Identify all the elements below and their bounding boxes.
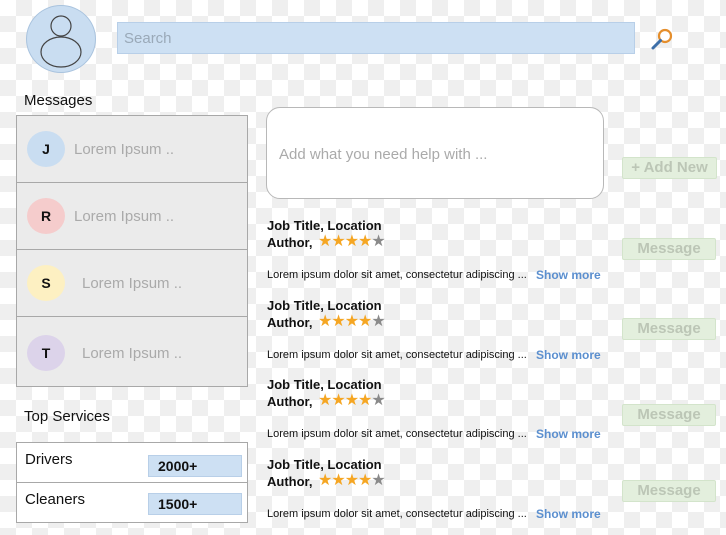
job-post: Job Title, Location Author, ★★★★★ Lorem …: [267, 298, 607, 376]
help-request-input[interactable]: Add what you need help with ...: [266, 107, 604, 199]
job-author: Author,: [267, 235, 313, 250]
message-preview: Lorem Ipsum ..: [74, 208, 175, 225]
contact-avatar: R: [27, 198, 65, 234]
contact-avatar: S: [27, 265, 65, 301]
message-button[interactable]: Message: [622, 404, 716, 426]
show-more-link[interactable]: Show more: [536, 507, 601, 521]
message-list: J Lorem Ipsum .. R Lorem Ipsum .. S Lore…: [16, 115, 248, 387]
search-icon[interactable]: [649, 26, 675, 52]
message-item-j[interactable]: J Lorem Ipsum ..: [17, 116, 247, 183]
rating-stars: ★★★★★: [318, 472, 386, 489]
top-services-table: Drivers 2000+ Cleaners 1500+: [16, 442, 248, 523]
message-preview: Lorem Ipsum ..: [82, 275, 183, 292]
service-name: Cleaners: [25, 491, 86, 508]
job-description: Lorem ipsum dolor sit amet, consectetur …: [267, 349, 527, 361]
job-author: Author,: [267, 394, 313, 409]
service-name: Drivers: [25, 451, 73, 468]
message-item-s[interactable]: S Lorem Ipsum ..: [17, 250, 247, 317]
message-button[interactable]: Message: [622, 238, 716, 260]
show-more-link[interactable]: Show more: [536, 268, 601, 282]
top-services-heading: Top Services: [24, 408, 110, 425]
message-preview: Lorem Ipsum ..: [82, 345, 183, 362]
rating-stars: ★★★★★: [318, 313, 386, 330]
message-button[interactable]: Message: [622, 480, 716, 502]
show-more-link[interactable]: Show more: [536, 348, 601, 362]
message-item-r[interactable]: R Lorem Ipsum ..: [17, 183, 247, 250]
service-row-drivers[interactable]: Drivers 2000+: [17, 443, 247, 483]
rating-stars: ★★★★★: [318, 392, 386, 409]
job-author: Author,: [267, 315, 313, 330]
job-description: Lorem ipsum dolor sit amet, consectetur …: [267, 508, 527, 520]
job-description: Lorem ipsum dolor sit amet, consectetur …: [267, 269, 527, 281]
job-author: Author,: [267, 474, 313, 489]
service-count-badge: 1500+: [148, 493, 242, 515]
message-item-t[interactable]: T Lorem Ipsum ..: [17, 320, 247, 387]
user-avatar-icon[interactable]: [26, 5, 96, 73]
job-description: Lorem ipsum dolor sit amet, consectetur …: [267, 428, 527, 440]
contact-avatar: J: [27, 131, 65, 167]
rating-stars: ★★★★★: [318, 233, 386, 250]
message-button[interactable]: Message: [622, 318, 716, 340]
job-post: Job Title, Location Author, ★★★★★ Lorem …: [267, 218, 607, 296]
job-post: Job Title, Location Author, ★★★★★ Lorem …: [267, 377, 607, 455]
add-new-button[interactable]: + Add New: [622, 157, 717, 179]
service-row-cleaners[interactable]: Cleaners 1500+: [17, 483, 247, 523]
contact-avatar: T: [27, 335, 65, 371]
job-post: Job Title, Location Author, ★★★★★ Lorem …: [267, 457, 607, 535]
show-more-link[interactable]: Show more: [536, 427, 601, 441]
search-input[interactable]: [117, 22, 635, 54]
message-preview: Lorem Ipsum ..: [74, 141, 175, 158]
service-count-badge: 2000+: [148, 455, 242, 477]
messages-heading: Messages: [24, 92, 93, 109]
